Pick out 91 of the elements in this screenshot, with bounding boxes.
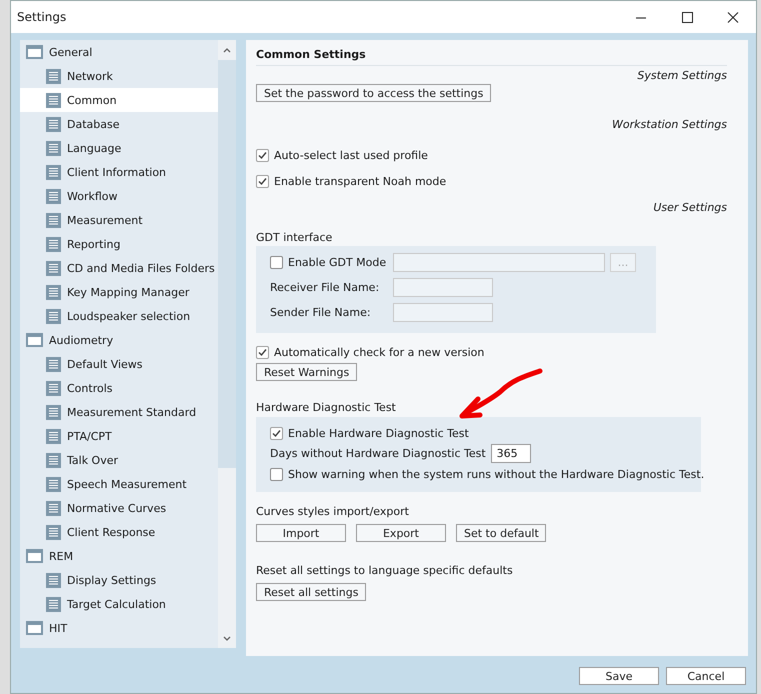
list-icon: [46, 236, 61, 252]
list-icon: [46, 596, 61, 612]
scroll-down-icon[interactable]: [223, 636, 231, 640]
input-field[interactable]: [393, 278, 493, 297]
list-icon: [46, 116, 61, 132]
password-button[interactable]: Set the password to access the settings: [256, 84, 492, 102]
folder-icon: [26, 333, 43, 347]
list-icon: [46, 212, 61, 228]
tree-item[interactable]: Audiometry: [20, 328, 218, 352]
section-label: User Settings: [653, 200, 727, 214]
checkbox[interactable]: [270, 468, 283, 480]
tree-item[interactable]: Client Information: [20, 160, 218, 184]
dialog-button[interactable]: Save: [579, 667, 659, 685]
list-icon: [46, 68, 61, 84]
field-label: Sender File Name:: [270, 306, 372, 319]
curves-button[interactable]: Export: [356, 524, 446, 542]
list-icon: [46, 140, 61, 156]
checkbox-label: Enable transparent Noah mode: [274, 174, 446, 188]
list-icon: [46, 356, 61, 372]
tree-item[interactable]: Controls: [20, 376, 218, 400]
path-field[interactable]: [393, 253, 605, 272]
tree-item[interactable]: Key Mapping Manager: [20, 280, 218, 304]
reset-warnings-button[interactable]: Reset Warnings: [256, 363, 358, 381]
dialog-button[interactable]: Cancel: [666, 667, 746, 685]
section-label: Workstation Settings: [612, 118, 727, 130]
tree-item[interactable]: Database: [20, 112, 218, 136]
tree-item[interactable]: Measurement Standard: [20, 400, 218, 424]
group-title: Reset all settings to language specific defaults: [256, 564, 513, 576]
checkbox-label: Automatically check for a new version: [274, 346, 484, 358]
list-icon: [46, 164, 61, 180]
tree-item[interactable]: Speech Measurement: [20, 472, 218, 496]
tree-item[interactable]: Target Calculation: [20, 592, 218, 616]
list-icon: [46, 428, 61, 444]
folder-icon: [26, 621, 43, 635]
list-icon: [46, 452, 61, 468]
checkbox[interactable]: [270, 256, 283, 269]
list-icon: [46, 284, 61, 300]
list-icon: [46, 308, 61, 324]
group-title: Curves styles import/export: [256, 504, 409, 518]
list-icon: [46, 476, 61, 492]
checkbox[interactable]: [256, 148, 269, 162]
group-title: GDT interface: [256, 230, 332, 244]
checkbox[interactable]: [256, 174, 269, 188]
tree-item[interactable]: Measurement: [20, 208, 218, 232]
window-title: Settings: [17, 10, 68, 24]
folder-icon: [26, 45, 43, 59]
list-icon: [46, 572, 61, 588]
group-title: Hardware Diagnostic Test: [256, 400, 396, 414]
scroll-up-icon[interactable]: [223, 48, 231, 52]
scrollbar-thumb[interactable]: [218, 60, 236, 468]
days-field[interactable]: 365: [490, 444, 531, 463]
list-icon: [46, 524, 61, 540]
checkbox[interactable]: [256, 346, 269, 358]
tree-item[interactable]: Network: [20, 64, 218, 88]
list-icon: [46, 188, 61, 204]
checkbox-label: Enable Hardware Diagnostic Test: [288, 426, 469, 440]
curves-button[interactable]: Set to default: [456, 524, 546, 542]
checkbox-label: Show warning when the system runs without the Hardware Diagnostic Test.: [288, 468, 704, 480]
curves-button[interactable]: Import: [256, 524, 346, 542]
tree-item[interactable]: PTA/CPT: [20, 424, 218, 448]
list-icon: [46, 260, 61, 276]
reset-all-button[interactable]: Reset all settings: [256, 583, 366, 601]
section-label: System Settings: [637, 68, 727, 82]
list-icon: [46, 500, 61, 516]
tree-item[interactable]: Normative Curves: [20, 496, 218, 520]
tree-item[interactable]: Default Views: [20, 352, 218, 376]
tree-item[interactable]: Loudspeaker selection: [20, 304, 218, 328]
tree-item[interactable]: Workflow: [20, 184, 218, 208]
list-icon: [46, 380, 61, 396]
checkbox-label: Enable GDT Mode: [288, 256, 386, 269]
maximize-icon[interactable]: [680, 10, 694, 24]
field-label: Receiver File Name:: [270, 281, 380, 294]
folder-icon: [26, 549, 43, 563]
input-field[interactable]: [393, 303, 493, 322]
tree-item[interactable]: Language: [20, 136, 218, 160]
section-title: Common Settings: [256, 48, 366, 61]
list-icon: [46, 92, 61, 108]
close-icon[interactable]: [726, 10, 740, 24]
tree-item[interactable]: Display Settings: [20, 568, 218, 592]
field-label: Days without Hardware Diagnostic Test: [270, 447, 486, 460]
tree-item[interactable]: Client Response: [20, 520, 218, 544]
tree-item[interactable]: Talk Over: [20, 448, 218, 472]
tree-item[interactable]: Common: [20, 88, 218, 112]
list-icon: [46, 404, 61, 420]
checkbox-label: Auto-select last used profile: [274, 148, 428, 162]
tree-item[interactable]: General: [20, 40, 218, 64]
tree-item[interactable]: HIT: [20, 616, 218, 640]
checkbox[interactable]: [270, 426, 283, 440]
tree-item[interactable]: CD and Media Files Folders: [20, 256, 218, 280]
tree-item[interactable]: REM: [20, 544, 218, 568]
tree-item[interactable]: Reporting: [20, 232, 218, 256]
